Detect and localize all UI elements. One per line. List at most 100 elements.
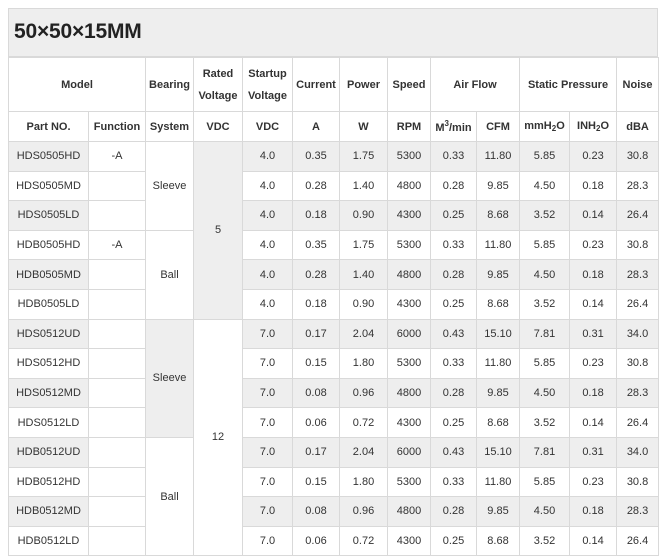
function-cell: -A: [88, 141, 146, 172]
power-value: 0.90: [339, 200, 388, 231]
function-cell: [88, 318, 146, 350]
header-inh2o: INH2O: [569, 111, 618, 142]
airflow-m3-value: 0.25: [430, 288, 477, 320]
header-model: Model: [8, 57, 146, 112]
noise-value: 26.4: [616, 288, 660, 320]
startup-voltage: 4.0: [242, 229, 293, 261]
current-value: 0.28: [292, 259, 340, 290]
header-current: Current: [292, 57, 340, 112]
airflow-m3-value: 0.28: [430, 377, 477, 409]
function-cell: -A: [88, 229, 146, 261]
power-value: 1.80: [339, 466, 388, 498]
airflow-m3-value: 0.33: [430, 141, 477, 172]
header-system: System: [145, 111, 194, 142]
pressure-mmh2o-value: 3.52: [519, 407, 571, 438]
bearing-system-cell: Ball: [145, 229, 194, 320]
airflow-cfm-value: 8.68: [475, 525, 521, 556]
current-value: 0.17: [292, 318, 340, 350]
power-value: 0.72: [339, 407, 388, 438]
rated-voltage-cell: 5: [193, 141, 243, 320]
airflow-m3-value: 0.28: [430, 259, 477, 290]
airflow-cfm-value: 9.85: [475, 170, 521, 202]
header-air-flow: Air Flow: [429, 57, 521, 112]
current-value: 0.18: [292, 200, 340, 231]
startup-voltage: 4.0: [242, 288, 293, 320]
current-value: 0.17: [292, 436, 340, 468]
noise-value: 28.3: [616, 496, 660, 527]
function-cell: [88, 436, 146, 468]
noise-value: 28.3: [616, 259, 660, 290]
airflow-cfm-value: 9.85: [475, 377, 521, 409]
power-value: 0.90: [339, 288, 388, 320]
startup-voltage: 7.0: [242, 407, 293, 438]
current-value: 0.35: [292, 229, 340, 261]
startup-voltage: 4.0: [242, 200, 293, 231]
part-number: HDB0512HD: [8, 466, 89, 498]
header-power: Power: [339, 57, 388, 112]
pressure-inh2o-value: 0.18: [569, 496, 618, 527]
airflow-m3-value: 0.25: [430, 407, 477, 438]
pressure-inh2o-value: 0.23: [569, 141, 618, 172]
noise-value: 30.8: [616, 348, 660, 379]
speed-value: 5300: [387, 466, 431, 498]
pressure-inh2o-value: 0.18: [569, 170, 618, 202]
pressure-inh2o-value: 0.18: [569, 377, 618, 409]
speed-value: 6000: [387, 436, 431, 468]
pressure-mmh2o-value: 4.50: [519, 259, 571, 290]
header-m3-base: M: [435, 122, 445, 134]
speed-value: 5300: [387, 229, 431, 261]
spec-table: Model Bearing Rated Voltage Startup Volt…: [8, 57, 660, 556]
airflow-m3-value: 0.28: [430, 496, 477, 527]
pressure-inh2o-value: 0.18: [569, 259, 618, 290]
header-row-2: Part NO. Function System VDC VDC A W RPM…: [8, 111, 660, 142]
noise-value: 30.8: [616, 141, 660, 172]
airflow-cfm-value: 11.80: [475, 466, 521, 498]
noise-value: 28.3: [616, 377, 660, 409]
pressure-inh2o-value: 0.23: [569, 348, 618, 379]
speed-value: 4800: [387, 377, 431, 409]
header-noise: Noise: [616, 57, 660, 112]
airflow-cfm-value: 9.85: [475, 496, 521, 527]
power-value: 2.04: [339, 436, 388, 468]
pressure-mmh2o-value: 4.50: [519, 496, 571, 527]
page-title: 50×50×15MM: [14, 20, 142, 43]
airflow-cfm-value: 11.80: [475, 229, 521, 261]
bearing-system-cell: Sleeve: [145, 318, 194, 438]
current-value: 0.06: [292, 407, 340, 438]
startup-voltage: 4.0: [242, 259, 293, 290]
noise-value: 26.4: [616, 200, 660, 231]
part-number: HDS0512MD: [8, 377, 89, 409]
table-row: HDB0512HD 7.0 0.15 1.80 5300 0.33 11.80 …: [8, 466, 660, 498]
pressure-mmh2o-value: 5.85: [519, 141, 571, 172]
power-value: 0.96: [339, 377, 388, 409]
header-inh2o-base: INH: [577, 120, 596, 132]
power-value: 1.75: [339, 229, 388, 261]
current-value: 0.06: [292, 525, 340, 556]
power-value: 1.40: [339, 170, 388, 202]
function-cell: [88, 288, 146, 320]
header-amps: A: [292, 111, 340, 142]
part-number: HDS0512LD: [8, 407, 89, 438]
speed-value: 4800: [387, 170, 431, 202]
current-value: 0.35: [292, 141, 340, 172]
table-row: HDS0505HD -A Sleeve 5 4.0 0.35 1.75 5300…: [8, 141, 660, 320]
pressure-mmh2o-value: 3.52: [519, 200, 571, 231]
startup-voltage: 7.0: [242, 466, 293, 498]
airflow-cfm-value: 8.68: [475, 407, 521, 438]
header-mmh2o-tail: O: [556, 120, 565, 132]
pressure-mmh2o-value: 7.81: [519, 318, 571, 350]
airflow-m3-value: 0.28: [430, 170, 477, 202]
airflow-cfm-value: 8.68: [475, 288, 521, 320]
function-cell: [88, 496, 146, 527]
airflow-m3-value: 0.33: [430, 466, 477, 498]
part-number: HDS0505MD: [8, 170, 89, 202]
pressure-inh2o-value: 0.23: [569, 229, 618, 261]
part-number: HDS0512HD: [8, 348, 89, 379]
header-row-1: Model Bearing Rated Voltage Startup Volt…: [8, 57, 660, 112]
power-value: 0.96: [339, 496, 388, 527]
airflow-m3-value: 0.43: [430, 318, 477, 350]
speed-value: 4300: [387, 407, 431, 438]
pressure-inh2o-value: 0.31: [569, 318, 618, 350]
header-mmh2o-base: mmH: [524, 120, 552, 132]
part-number: HDB0505LD: [8, 288, 89, 320]
